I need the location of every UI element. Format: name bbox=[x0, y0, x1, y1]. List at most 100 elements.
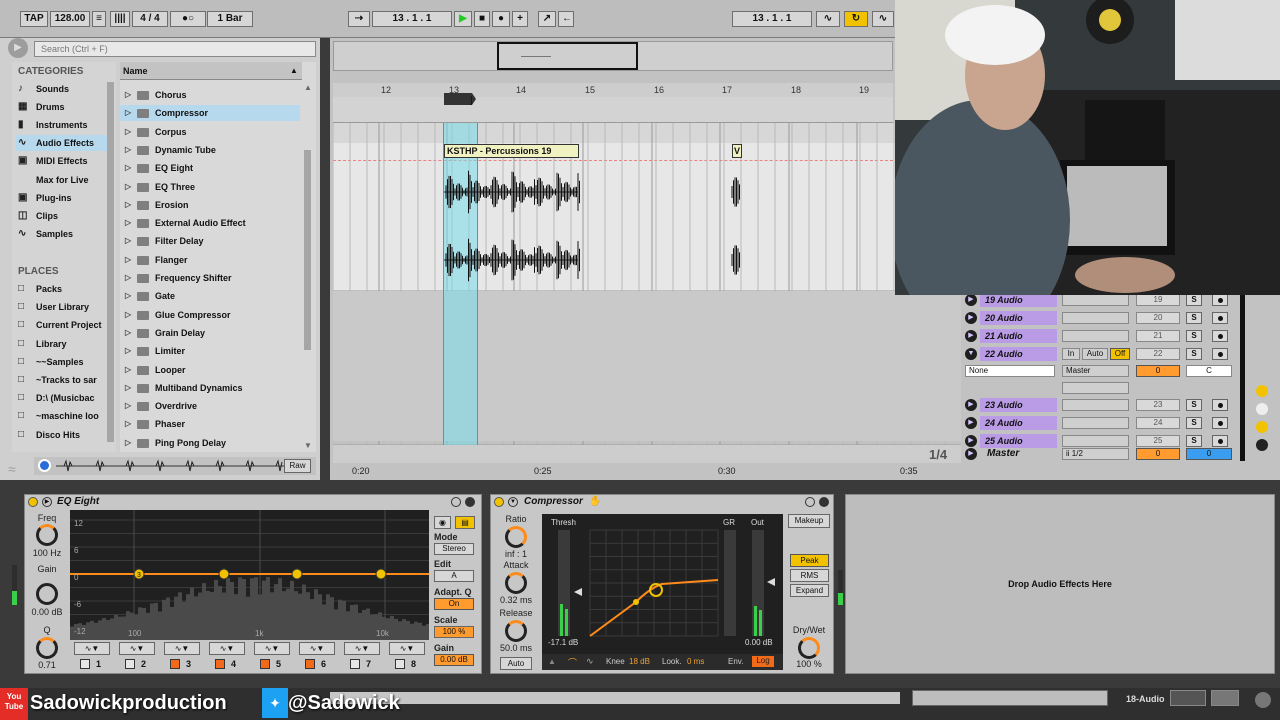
comp-save-icon[interactable] bbox=[805, 497, 815, 507]
category-midi-effects[interactable]: ▣ MIDI Effects bbox=[16, 153, 110, 169]
overview-mini-map[interactable] bbox=[912, 690, 1108, 706]
play-icon[interactable]: ▶ bbox=[454, 11, 472, 27]
track-name[interactable]: 21 Audio bbox=[980, 329, 1057, 343]
sidechain-icon[interactable]: ▲ bbox=[548, 657, 556, 666]
track-pan[interactable]: C bbox=[1186, 365, 1232, 377]
band-toggle[interactable] bbox=[170, 659, 180, 669]
monitor-off-button[interactable]: Off bbox=[1110, 348, 1130, 360]
eq-band-6[interactable]: ∿▼ 6 bbox=[299, 642, 335, 672]
items-scrollbar[interactable] bbox=[304, 150, 311, 350]
monitor-in-button[interactable]: In bbox=[1062, 348, 1080, 360]
expand-icon[interactable]: ▷ bbox=[125, 398, 131, 414]
track-number[interactable]: 24 bbox=[1136, 417, 1180, 429]
place-disco-hits[interactable]: □ Disco Hits bbox=[16, 427, 110, 443]
expand-icon[interactable]: ▷ bbox=[125, 142, 131, 158]
browser-toggle-icon[interactable]: ▶ bbox=[8, 38, 28, 58]
raw-button[interactable]: Raw bbox=[284, 459, 311, 473]
eq-hotswap-icon[interactable] bbox=[465, 497, 475, 507]
stop-icon[interactable]: ■ bbox=[474, 11, 490, 27]
mode-select[interactable]: Stereo bbox=[434, 543, 474, 555]
comp-power-icon[interactable] bbox=[494, 497, 504, 507]
freq-value[interactable]: 100 Hz bbox=[28, 548, 66, 558]
filter-type-icon[interactable]: ∿▼ bbox=[74, 642, 110, 655]
filter-type-icon[interactable]: ∿▼ bbox=[209, 642, 245, 655]
filter-type-icon[interactable]: ∿▼ bbox=[344, 642, 380, 655]
drywet-value[interactable]: 100 % bbox=[787, 659, 831, 669]
device-view-icon[interactable] bbox=[1211, 690, 1239, 706]
browser-item[interactable]: ▷ Limiter bbox=[120, 343, 300, 359]
freq-knob[interactable] bbox=[36, 524, 58, 546]
track-view-icon[interactable] bbox=[1170, 690, 1206, 706]
preview-icon[interactable] bbox=[38, 459, 51, 472]
track-name[interactable]: 25 Audio bbox=[980, 434, 1057, 448]
band-toggle[interactable] bbox=[260, 659, 270, 669]
band-toggle[interactable] bbox=[305, 659, 315, 669]
out-value[interactable]: 0.00 dB bbox=[745, 638, 773, 647]
clip-icon[interactable] bbox=[1256, 385, 1268, 397]
eq-band-1[interactable]: ∿▼ 1 bbox=[74, 642, 110, 672]
solo-button[interactable]: S bbox=[1186, 348, 1202, 360]
crossfade-icon[interactable] bbox=[1256, 439, 1268, 451]
knee-value[interactable]: 18 dB bbox=[629, 657, 650, 666]
audio-output-select[interactable]: Master bbox=[1062, 365, 1129, 377]
arm-record-icon[interactable] bbox=[1212, 435, 1228, 447]
track-fold-icon[interactable]: ▶ bbox=[965, 312, 977, 324]
comp-collapse-icon[interactable]: ▼ bbox=[508, 497, 518, 507]
browser-item[interactable]: ▷ Grain Delay bbox=[120, 325, 300, 341]
track-number[interactable]: 19 bbox=[1136, 294, 1180, 306]
loop-switch-icon[interactable]: ↻ bbox=[844, 11, 868, 27]
solo-button[interactable]: S bbox=[1186, 399, 1202, 411]
compressor-display[interactable]: Thresh GR Out -17.1 dB 0.00 dB ▲ ⌒ ∿ Kne… bbox=[542, 514, 783, 670]
browser-item[interactable]: ▷ External Audio Effect bbox=[120, 215, 300, 231]
browser-item[interactable]: ▷ Flanger bbox=[120, 252, 300, 268]
track-clip-slot[interactable] bbox=[1062, 294, 1129, 306]
eq-band-5[interactable]: ∿▼ 5 bbox=[254, 642, 290, 672]
q-value[interactable]: 0.71 bbox=[30, 660, 64, 670]
sort-arrow-icon[interactable]: ▲ bbox=[290, 66, 298, 75]
makeup-button[interactable]: Makeup bbox=[788, 514, 830, 528]
activity-icon[interactable]: ∿ bbox=[586, 656, 594, 667]
comp-hotswap-icon[interactable] bbox=[819, 497, 829, 507]
arm-record-icon[interactable] bbox=[1212, 330, 1228, 342]
back-to-arrangement-icon[interactable]: ← bbox=[558, 11, 574, 27]
track-name[interactable]: 23 Audio bbox=[980, 398, 1057, 412]
record-icon[interactable]: ● bbox=[492, 11, 510, 27]
arm-record-icon[interactable] bbox=[1212, 348, 1228, 360]
eq-save-icon[interactable] bbox=[451, 497, 461, 507]
adaptq-toggle[interactable]: On bbox=[434, 598, 474, 610]
place-maschine[interactable]: □ ~maschine loo bbox=[16, 408, 110, 424]
track-fold-icon[interactable]: ▶ bbox=[965, 294, 977, 306]
category-drums[interactable]: ▦ Drums bbox=[16, 99, 110, 115]
comp-title[interactable]: Compressor bbox=[524, 496, 583, 507]
eq-band-3[interactable]: ∿▼ 3 bbox=[164, 642, 200, 672]
quantize-select[interactable]: 1 Bar bbox=[207, 11, 253, 27]
browser-item[interactable]: ▷ Looper bbox=[120, 362, 300, 378]
track-name[interactable]: 19 Audio bbox=[980, 293, 1057, 307]
track-name[interactable]: 24 Audio bbox=[980, 416, 1057, 430]
env-mode[interactable]: Log bbox=[752, 656, 774, 667]
category-instruments[interactable]: ▮ Instruments bbox=[16, 117, 110, 133]
bar-ruler[interactable] bbox=[333, 83, 893, 97]
expand-icon[interactable]: ▷ bbox=[125, 270, 131, 286]
mixer-icon[interactable] bbox=[1256, 421, 1268, 433]
expand-icon[interactable]: ▷ bbox=[125, 288, 131, 304]
track-fold-icon[interactable]: ▼ bbox=[965, 348, 977, 360]
loop-brace-icon[interactable]: ] bbox=[444, 91, 480, 107]
category-max-for-live[interactable]: Max for Live bbox=[16, 172, 110, 188]
band-toggle[interactable] bbox=[215, 659, 225, 669]
punch-in-icon[interactable]: ∿ bbox=[816, 11, 840, 27]
browser-item[interactable]: ▷ Chorus bbox=[120, 87, 300, 103]
filter-type-icon[interactable]: ∿▼ bbox=[164, 642, 200, 655]
time-ruler[interactable] bbox=[333, 445, 961, 463]
browser-item[interactable]: ▷ EQ Eight bbox=[120, 160, 300, 176]
category-sounds[interactable]: ♪ Sounds bbox=[16, 81, 110, 97]
tap-button[interactable]: TAP bbox=[20, 11, 48, 27]
eq-power-icon[interactable] bbox=[28, 497, 38, 507]
filter-type-icon[interactable]: ∿▼ bbox=[119, 642, 155, 655]
category-samples[interactable]: ∿ Samples bbox=[16, 226, 110, 242]
overdub-icon[interactable]: + bbox=[512, 11, 528, 27]
place-tracks[interactable]: □ ~Tracks to sar bbox=[16, 372, 110, 388]
metronome-toggle-icon[interactable]: ●○ bbox=[170, 11, 206, 27]
scale-field[interactable]: 100 % bbox=[434, 626, 474, 638]
punch-out-icon[interactable]: ∿ bbox=[872, 11, 894, 27]
